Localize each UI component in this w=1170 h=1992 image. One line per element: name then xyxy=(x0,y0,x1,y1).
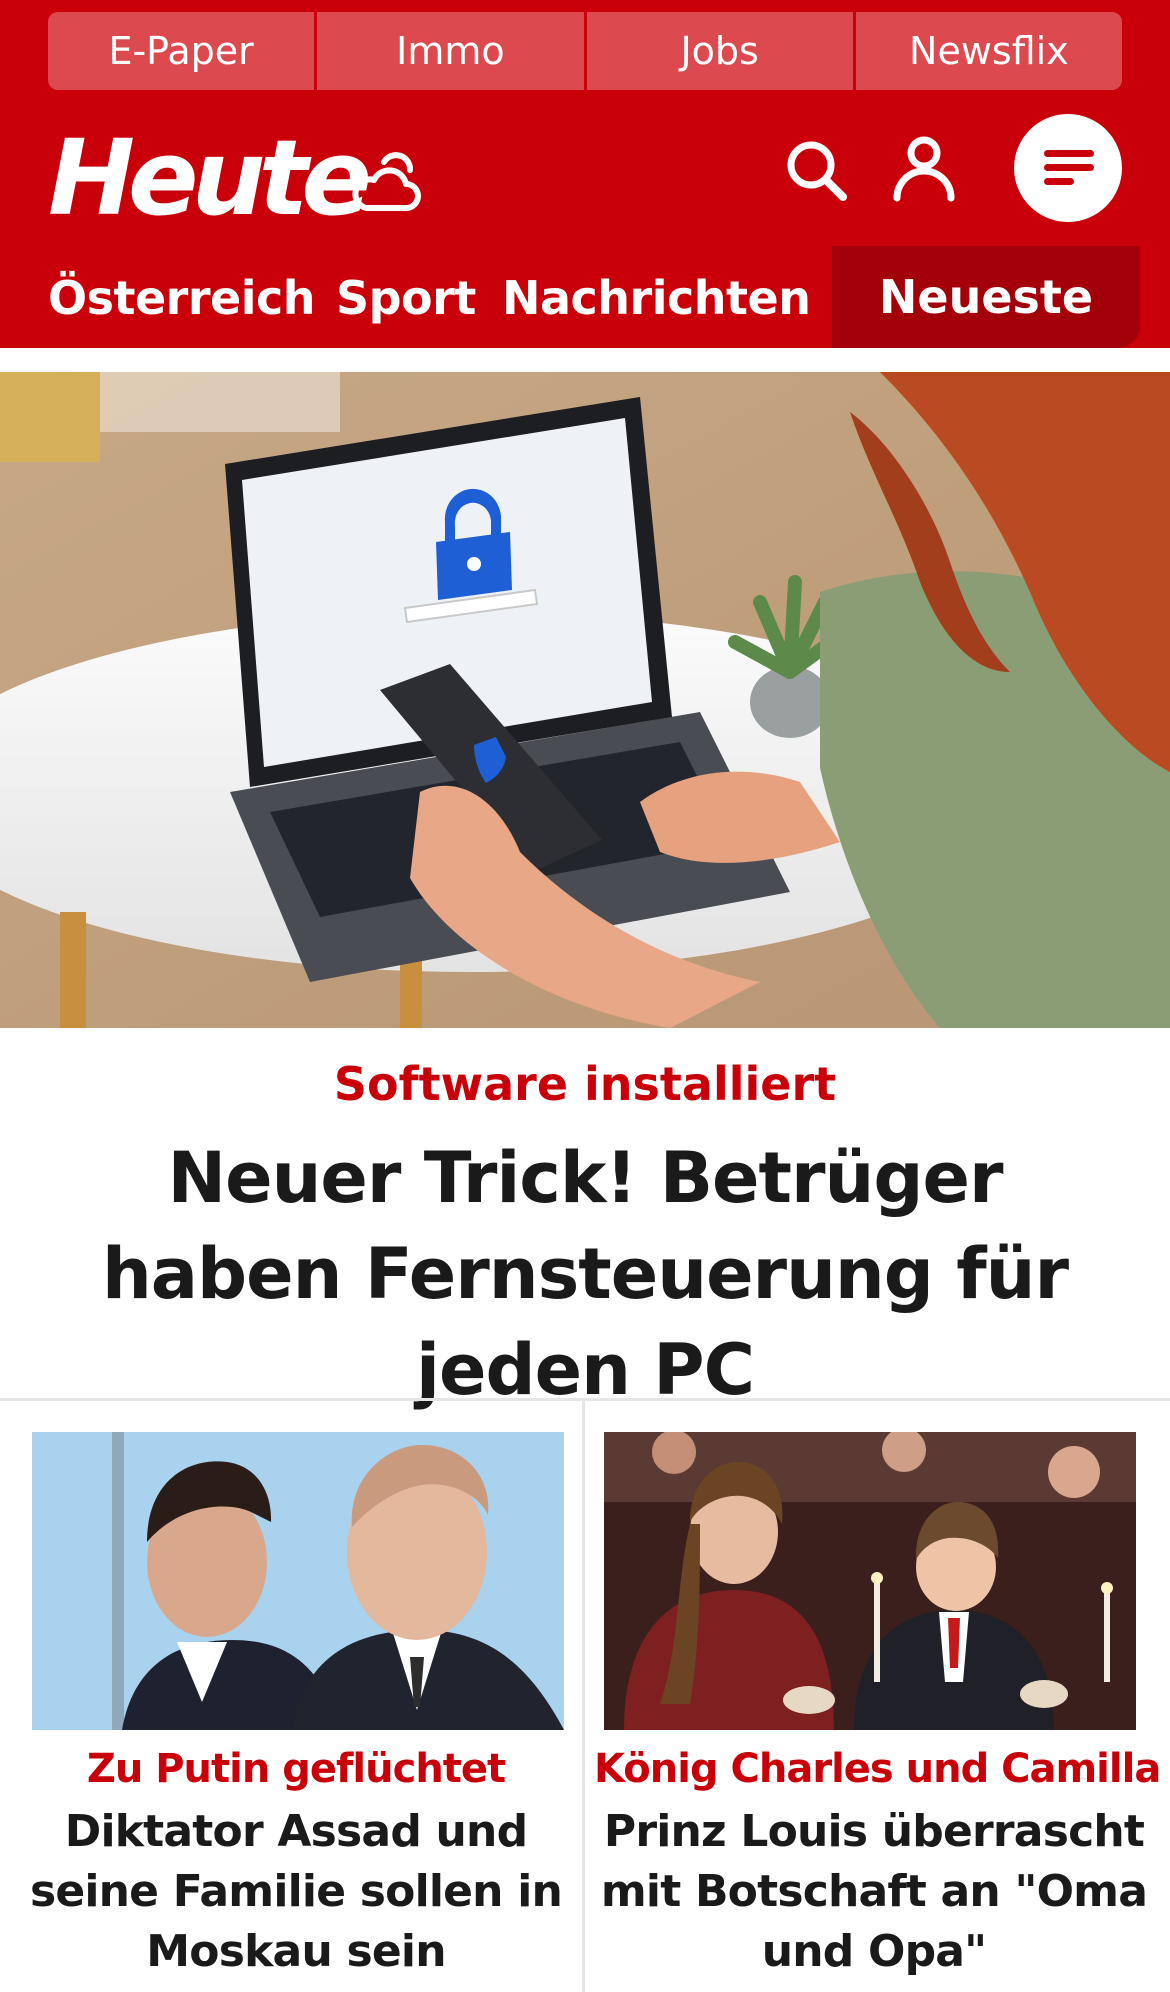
service-link-newsflix[interactable]: Newsflix xyxy=(852,12,1122,90)
teaser-title-royals[interactable]: Prinz Louis überrascht mit Botschaft an … xyxy=(594,1802,1154,1982)
hero-article-title[interactable]: Neuer Trick! Betrüger haben Fernsteuerun… xyxy=(60,1130,1110,1418)
nav-item-oesterreich[interactable]: Österreich xyxy=(48,268,316,328)
teaser-kicker-royals[interactable]: König Charles und Camilla xyxy=(594,1740,1161,1798)
teaser-image-royals[interactable] xyxy=(604,1432,1136,1730)
service-link-epaper[interactable]: E-Paper xyxy=(48,12,315,90)
main-nav: Österreich Sport Nachrichten Neueste xyxy=(0,246,1170,348)
teaser-image-assad[interactable] xyxy=(32,1432,564,1730)
menu-icon xyxy=(1044,150,1094,185)
cloud-sun-icon[interactable] xyxy=(346,148,422,218)
site-logo[interactable]: Heute xyxy=(48,118,372,238)
service-link-jobs[interactable]: Jobs xyxy=(583,12,853,90)
section-divider xyxy=(0,1398,1170,1401)
nav-item-sport[interactable]: Sport xyxy=(336,268,476,328)
hero-article-kicker[interactable]: Software installiert xyxy=(0,1052,1170,1116)
site-header: E-Paper Immo Jobs Newsflix Heute Österre… xyxy=(0,0,1170,348)
column-divider xyxy=(582,1401,585,1992)
teaser-kicker-assad[interactable]: Zu Putin geflüchtet xyxy=(16,1740,576,1798)
nav-item-neueste[interactable]: Neueste xyxy=(832,246,1140,348)
service-link-immo[interactable]: Immo xyxy=(314,12,584,90)
hero-article-image[interactable] xyxy=(0,372,1170,1028)
user-icon[interactable] xyxy=(892,136,956,202)
nav-item-nachrichten[interactable]: Nachrichten xyxy=(502,268,811,328)
service-bar: E-Paper Immo Jobs Newsflix xyxy=(48,12,1122,90)
teaser-title-assad[interactable]: Diktator Assad und seine Familie sollen … xyxy=(16,1802,576,1982)
menu-button[interactable] xyxy=(1014,114,1122,222)
search-icon[interactable] xyxy=(784,138,848,202)
